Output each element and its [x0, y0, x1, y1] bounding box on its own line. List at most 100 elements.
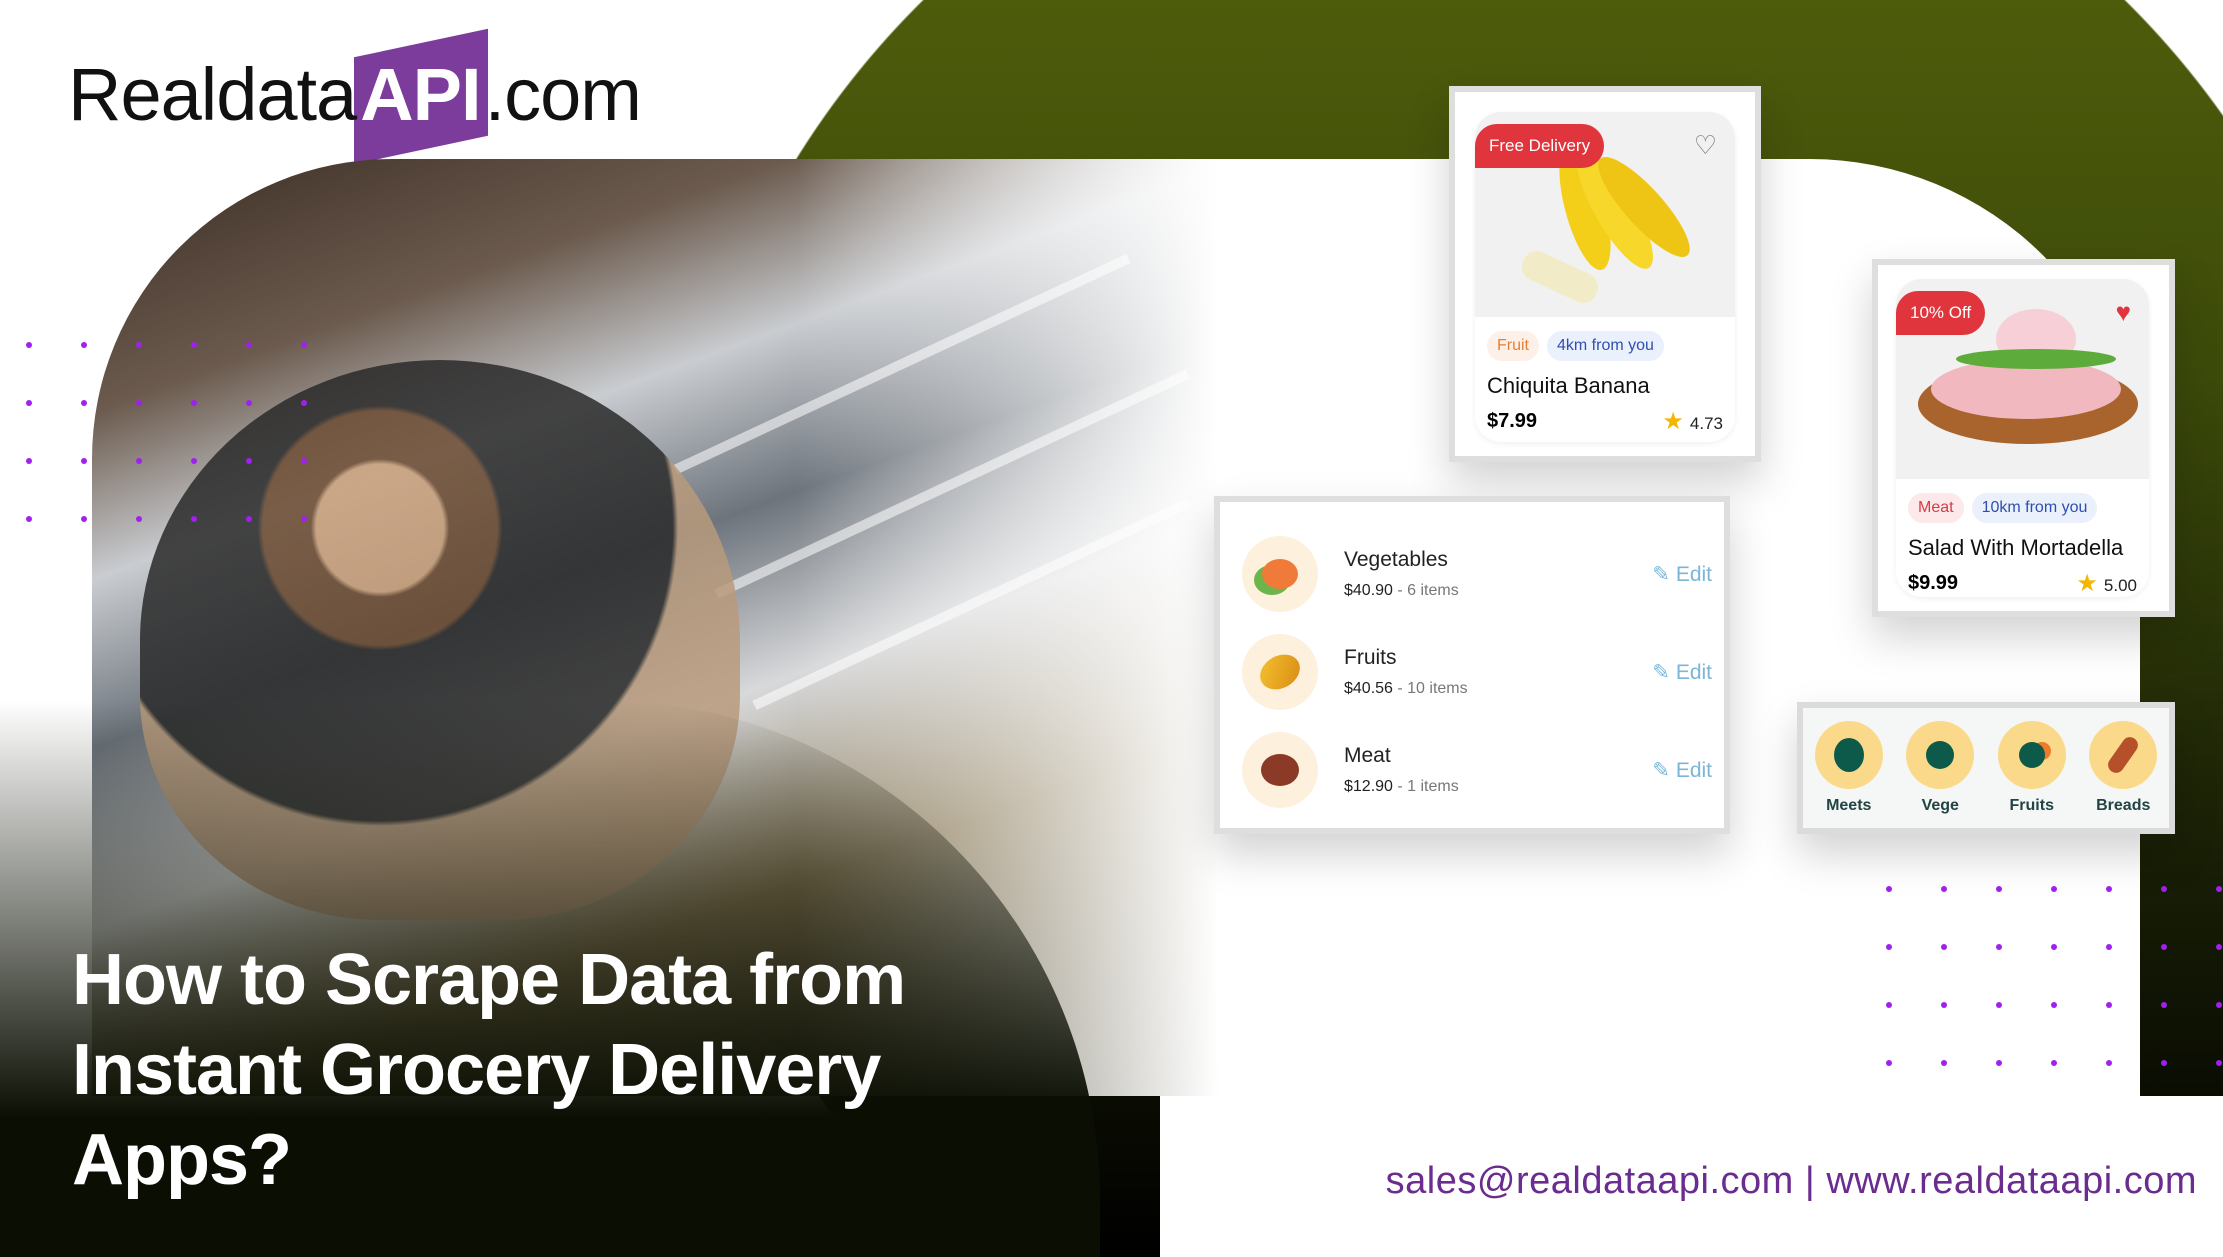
edit-label: Edit [1675, 562, 1712, 586]
dot [1996, 886, 2002, 892]
category-fruits[interactable]: Fruits [1992, 721, 2072, 815]
dot [2161, 886, 2167, 892]
bread-icon [2089, 721, 2158, 789]
dot [191, 400, 197, 406]
dot [246, 400, 252, 406]
dot [2161, 1002, 2167, 1008]
pencil-icon: ✎ [1652, 562, 1670, 586]
dot [136, 458, 142, 464]
dot-pattern-right [1886, 886, 2222, 1066]
dot [2161, 944, 2167, 950]
dot [2051, 944, 2057, 950]
category-breads[interactable]: Breads [2083, 721, 2163, 815]
dot [2216, 944, 2222, 950]
category-vege[interactable]: Vege [1900, 721, 1980, 815]
dot [2161, 1060, 2167, 1066]
item-price: $40.90 [1344, 582, 1393, 599]
dot [246, 342, 252, 348]
mortadella-image: 10% Off ♥ [1896, 279, 2149, 479]
dot [191, 516, 197, 522]
edit-label: Edit [1675, 660, 1712, 684]
logo-suffix: .com [484, 53, 642, 136]
dot [301, 516, 307, 522]
dot [191, 342, 197, 348]
title-line: How to Scrape Data from [72, 940, 906, 1020]
category-tag: Fruit [1487, 331, 1539, 361]
dot [1886, 1060, 1892, 1066]
pencil-icon: ✎ [1652, 758, 1670, 782]
distance-tag: 4km from you [1547, 331, 1664, 361]
contact-info: sales@realdataapi.com | www.realdataapi.… [1385, 1160, 2197, 1202]
category-label: Breads [2096, 797, 2151, 814]
product-price: $9.99 [1908, 572, 1959, 594]
product-card[interactable]: Free Delivery ♡ Fruit 4km from you Chiqui… [1449, 86, 1761, 462]
dot [1941, 1002, 1947, 1008]
dot [2106, 1060, 2112, 1066]
pencil-icon: ✎ [1652, 660, 1670, 684]
item-count: 10 items [1407, 680, 1468, 697]
distance-tag: 10km from you [1971, 493, 2098, 523]
dot [2051, 1060, 2057, 1066]
dot [81, 458, 87, 464]
edit-button[interactable]: ✎ Edit [1652, 562, 1712, 587]
item-name: Fruits [1344, 646, 1397, 669]
category-label: Meets [1826, 797, 1872, 814]
fruit-icon [1997, 721, 2066, 789]
dot [26, 400, 32, 406]
dot [2216, 1060, 2222, 1066]
dot [301, 342, 307, 348]
edit-button[interactable]: ✎ Edit [1652, 758, 1712, 783]
dot [1941, 1060, 1947, 1066]
logo: RealdataAPI.com [68, 52, 642, 137]
heart-outline-icon[interactable]: ♡ [1694, 130, 1717, 161]
item-name: Vegetables [1344, 548, 1448, 571]
product-rating: 5.00 [2103, 576, 2137, 595]
product-rating: 4.73 [1689, 414, 1723, 433]
list-item[interactable]: Fruits $40.56 - 10 items ✎ Edit [1242, 632, 1712, 712]
dot [1886, 1002, 1892, 1008]
dot [26, 458, 32, 464]
star-icon: ★ [1662, 408, 1684, 435]
logo-prefix: Realdata [68, 53, 357, 136]
vegetables-icon [1242, 536, 1318, 612]
dot [81, 516, 87, 522]
dot [301, 400, 307, 406]
dot [81, 342, 87, 348]
item-count: 6 items [1407, 582, 1459, 599]
title-line: Apps? [72, 1120, 292, 1200]
product-name: Salad With Mortadella [1908, 535, 2124, 560]
banana-image: Free Delivery ♡ [1475, 112, 1735, 317]
dot [136, 342, 142, 348]
heart-filled-icon[interactable]: ♥ [2116, 297, 2131, 328]
list-item[interactable]: Vegetables $40.90 - 6 items ✎ Edit [1242, 534, 1712, 614]
category-bar: Meets Vege Fruits Breads [1797, 702, 2175, 834]
dot [301, 458, 307, 464]
cart-list: Vegetables $40.90 - 6 items ✎ Edit Fruits… [1214, 496, 1730, 834]
broccoli-icon [1906, 721, 1975, 789]
dot [136, 516, 142, 522]
product-card[interactable]: 10% Off ♥ Meat 10km from you Salad With M… [1872, 259, 2175, 617]
product-price: $7.99 [1487, 410, 1538, 432]
dot [136, 400, 142, 406]
category-meets[interactable]: Meets [1809, 721, 1889, 815]
edit-label: Edit [1675, 758, 1712, 782]
edit-button[interactable]: ✎ Edit [1652, 660, 1712, 685]
logo-api: API [356, 53, 484, 136]
dot-pattern-left [26, 342, 307, 522]
dot [1996, 944, 2002, 950]
discount-badge: 10% Off [1896, 291, 1986, 335]
title-line: Instant Grocery Delivery [72, 1030, 881, 1110]
dot [1941, 886, 1947, 892]
dot [81, 400, 87, 406]
dot [1886, 886, 1892, 892]
dot [2216, 1002, 2222, 1008]
dot [2051, 1002, 2057, 1008]
dot [246, 458, 252, 464]
free-delivery-badge: Free Delivery [1475, 124, 1605, 168]
dot [1941, 944, 1947, 950]
page-title: How to Scrape Data from Instant Grocery … [72, 935, 972, 1205]
dot [2106, 886, 2112, 892]
item-price: $12.90 [1344, 778, 1393, 795]
mango-icon [1242, 634, 1318, 710]
list-item[interactable]: Meat $12.90 - 1 items ✎ Edit [1242, 730, 1712, 810]
